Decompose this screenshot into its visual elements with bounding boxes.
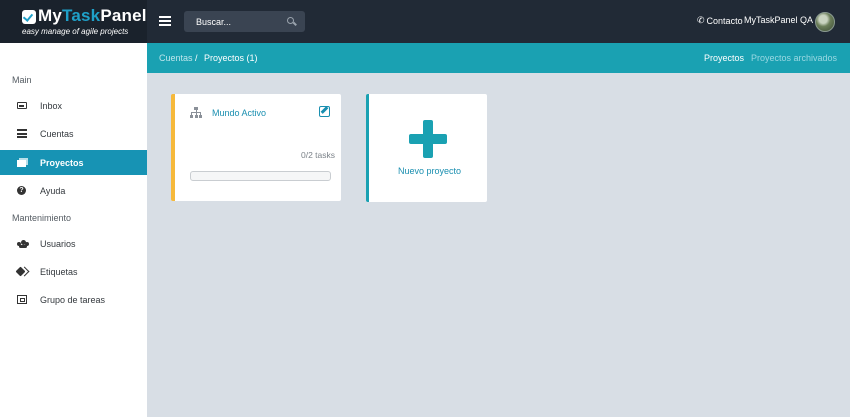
section-title-maintenance: Mantenimiento [12, 213, 72, 223]
phone-icon: ✆ [697, 15, 705, 25]
tab-proyectos-archivados[interactable]: Proyectos archivados [751, 53, 837, 63]
task-group-icon [17, 295, 27, 304]
project-task-count: 0/2 tasks [301, 150, 336, 160]
breadcrumb-bar: Cuentas / Proyectos (1) Proyectos Proyec… [147, 43, 850, 73]
sidebar-item-cuentas[interactable]: Cuentas [0, 121, 147, 146]
sidebar-item-label: Inbox [40, 101, 63, 111]
section-title-main: Main [12, 75, 32, 85]
project-progress-bar [190, 171, 331, 181]
top-bar: MyTaskPanel easy manage of agile project… [0, 0, 850, 43]
logo-text: MyTaskPanel [38, 6, 147, 26]
new-project-button[interactable]: Nuevo proyecto [366, 94, 487, 202]
logo[interactable]: MyTaskPanel easy manage of agile project… [0, 0, 147, 43]
tags-icon [17, 267, 27, 276]
menu-toggle-icon[interactable] [159, 16, 171, 26]
logo-suffix: Panel [100, 6, 147, 25]
user-name[interactable]: MyTaskPanel QA [744, 15, 813, 25]
sidebar-item-label: Etiquetas [40, 267, 78, 277]
inbox-icon [17, 102, 27, 109]
sidebar-item-etiquetas[interactable]: Etiquetas [0, 259, 147, 284]
search-icon[interactable] [287, 17, 294, 24]
sidebar-item-inbox[interactable]: Inbox [0, 93, 147, 118]
sidebar-item-label: Proyectos [40, 158, 84, 168]
sidebar-item-proyectos[interactable]: Proyectos [0, 150, 147, 175]
sidebar-item-label: Grupo de tareas [40, 295, 106, 305]
new-project-label: Nuevo proyecto [397, 166, 462, 176]
logo-accent: Task [62, 6, 101, 25]
project-card[interactable]: Mundo Activo 0/2 tasks [171, 94, 341, 201]
sidebar-item-grupo-de-tareas[interactable]: Grupo de tareas [0, 287, 147, 312]
search-input[interactable] [184, 11, 284, 32]
breadcrumb-separator: / [195, 53, 198, 63]
plus-icon [409, 120, 447, 158]
tab-proyectos[interactable]: Proyectos [704, 53, 744, 63]
breadcrumb-cuentas[interactable]: Cuentas [159, 53, 193, 63]
project-hierarchy-icon [190, 107, 202, 119]
sidebar: Main Inbox Cuentas Proyectos ? Ayuda Man… [0, 43, 147, 417]
help-icon: ? [17, 186, 26, 195]
contact-link[interactable]: ✆ Contacto [697, 15, 743, 26]
logo-tagline: easy manage of agile projects [22, 27, 129, 36]
list-icon [17, 129, 27, 138]
contact-label: Contacto [706, 15, 743, 26]
sidebar-item-label: Ayuda [40, 186, 66, 196]
project-title[interactable]: Mundo Activo [212, 108, 266, 118]
users-icon [17, 239, 29, 248]
projects-icon [17, 158, 28, 167]
avatar[interactable] [815, 12, 835, 32]
sidebar-item-label: Cuentas [40, 129, 74, 139]
sidebar-item-label: Usuarios [40, 239, 76, 249]
logo-prefix: My [38, 6, 63, 25]
breadcrumb-current: Proyectos (1) [204, 53, 258, 63]
sidebar-item-usuarios[interactable]: Usuarios [0, 231, 147, 256]
logo-check-icon [22, 10, 36, 24]
edit-icon[interactable] [319, 106, 330, 117]
sidebar-item-ayuda[interactable]: ? Ayuda [0, 178, 147, 203]
